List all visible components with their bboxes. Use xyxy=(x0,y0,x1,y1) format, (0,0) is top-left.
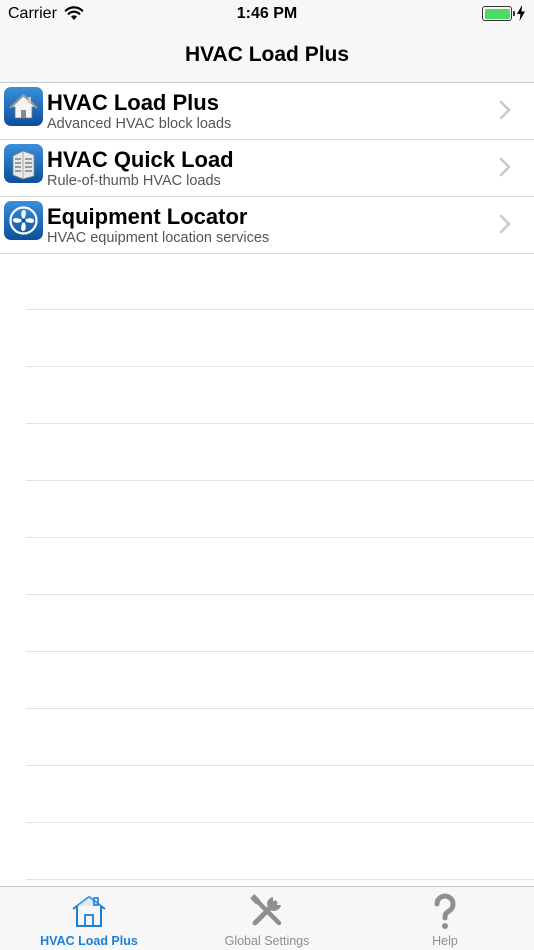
empty-row xyxy=(26,253,534,310)
status-bar: Carrier 1:46 PM xyxy=(0,0,534,28)
question-mark-icon xyxy=(434,893,456,929)
tab-label: Global Settings xyxy=(224,934,310,948)
tools-icon xyxy=(250,894,282,926)
tab-global-settings[interactable]: Global Settings xyxy=(178,887,356,950)
chevron-right-icon xyxy=(499,157,511,177)
tab-hvac-load-plus[interactable]: HVAC Load Plus xyxy=(0,887,178,950)
list-item-subtitle: HVAC equipment location services xyxy=(47,230,270,246)
empty-row xyxy=(26,310,534,367)
tab-label: Help xyxy=(432,934,458,948)
list-item-title: HVAC Quick Load xyxy=(47,147,234,172)
tab-help[interactable]: Help xyxy=(356,887,534,950)
house-icon xyxy=(4,87,43,126)
charging-bolt-icon xyxy=(517,5,525,21)
empty-row xyxy=(26,481,534,538)
navigation-bar: HVAC Load Plus xyxy=(0,28,534,83)
empty-table-rows xyxy=(26,253,534,880)
battery-fill xyxy=(484,8,510,19)
list-item-subtitle: Advanced HVAC block loads xyxy=(47,116,232,132)
list-item-title: HVAC Load Plus xyxy=(47,90,219,115)
house-outline-icon xyxy=(72,896,106,927)
empty-row xyxy=(26,823,534,880)
app-list: HVAC Load Plus Advanced HVAC block loads xyxy=(0,83,534,254)
empty-row xyxy=(26,652,534,709)
page-title: HVAC Load Plus xyxy=(184,43,350,66)
list-item-title: Equipment Locator xyxy=(47,204,248,229)
battery-icon xyxy=(482,6,512,21)
list-item-equipment-locator[interactable]: Equipment Locator HVAC equipment locatio… xyxy=(0,197,534,254)
building-icon xyxy=(4,144,43,183)
clock: 1:46 PM xyxy=(236,5,298,22)
list-item-hvac-quick-load[interactable]: HVAC Quick Load Rule-of-thumb HVAC loads xyxy=(0,140,534,197)
empty-row xyxy=(26,538,534,595)
tab-bar: HVAC Load Plus Global Settings Help xyxy=(0,886,534,950)
chevron-right-icon xyxy=(499,100,511,120)
fan-icon xyxy=(4,201,43,240)
empty-row xyxy=(26,424,534,481)
list-item-subtitle: Rule-of-thumb HVAC loads xyxy=(47,173,221,189)
list-item-hvac-load-plus[interactable]: HVAC Load Plus Advanced HVAC block loads xyxy=(0,83,534,140)
chevron-right-icon xyxy=(499,214,511,234)
battery-tip xyxy=(513,11,515,16)
empty-row xyxy=(26,595,534,652)
empty-row xyxy=(26,766,534,823)
empty-row xyxy=(26,367,534,424)
empty-row xyxy=(26,709,534,766)
tab-label: HVAC Load Plus xyxy=(40,934,138,948)
